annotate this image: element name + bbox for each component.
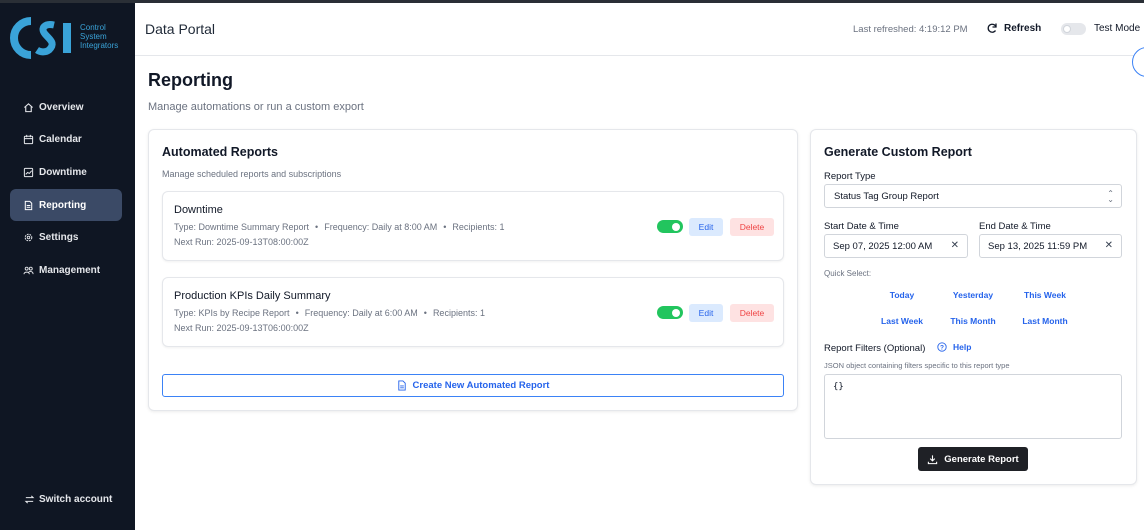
sidebar-item-label: Overview (39, 101, 84, 113)
app-title: Data Portal (145, 21, 216, 37)
edit-report-button[interactable]: Edit (689, 304, 723, 322)
csi-logo-mark (10, 17, 71, 59)
page-subtitle: Manage automations or run a custom expor… (148, 101, 364, 113)
sidebar-item-calendar[interactable]: Calendar (10, 124, 122, 156)
calendar-icon (23, 135, 34, 145)
end-date-label: End Date & Time (979, 221, 1051, 232)
document-icon (24, 200, 33, 210)
quick-select-today[interactable]: Today (890, 290, 914, 300)
report-name: Downtime (174, 204, 223, 216)
custom-report-card: Generate Custom Report Report Type Statu… (810, 129, 1137, 485)
report-enabled-toggle[interactable] (657, 220, 683, 233)
download-icon (928, 454, 938, 464)
report-filters-label: Report Filters (Optional) (824, 343, 926, 354)
select-chevron-icon: ⌃ ⌄ (1107, 189, 1114, 204)
help-icon: ? (937, 342, 947, 352)
start-date-value: Sep 07, 2025 12:00 AM (833, 240, 933, 252)
sidebar-item-reporting[interactable]: Reporting (10, 189, 122, 222)
top-header: Data Portal Last refreshed: 4:19:12 PM R… (135, 3, 1144, 56)
logo-text: Control System Integrators (80, 23, 119, 50)
test-mode-toggle[interactable] (1061, 23, 1086, 35)
toggle-knob (672, 222, 680, 231)
help-link[interactable]: ? Help (937, 342, 971, 352)
automated-reports-card: Automated Reports Manage scheduled repor… (148, 129, 798, 411)
filters-description: JSON object containing filters specific … (824, 361, 1010, 370)
report-next-run: Next Run: 2025-09-13T08:00:00Z (174, 237, 309, 247)
quick-select-this-week[interactable]: This Week (1024, 290, 1066, 300)
end-date-value: Sep 13, 2025 11:59 PM (988, 240, 1088, 252)
help-label: Help (953, 342, 972, 352)
refresh-label: Refresh (1004, 22, 1042, 34)
report-item: Production KPIs Daily Summary Type: KPIs… (162, 277, 784, 347)
create-report-label: Create New Automated Report (412, 380, 550, 391)
report-name: Production KPIs Daily Summary (174, 290, 331, 302)
delete-report-button[interactable]: Delete (730, 304, 774, 322)
quick-select-label: Quick Select: (824, 269, 872, 278)
report-type-select[interactable]: Status Tag Group Report ⌃ ⌄ (824, 184, 1122, 208)
report-meta: Type: Downtime Summary Report • Frequency:… (174, 222, 505, 232)
sidebar-nav: Overview Calendar Downtime Reporting Set… (10, 91, 122, 287)
users-icon (23, 266, 34, 275)
generate-report-label: Generate Report (944, 453, 1019, 465)
custom-report-title: Generate Custom Report (824, 145, 972, 159)
page-title: Reporting (148, 70, 233, 90)
sidebar-item-label: Reporting (39, 199, 87, 211)
report-type-label: Report Type (824, 171, 876, 182)
clear-start-date-icon[interactable]: ✕ (951, 240, 959, 251)
document-icon (397, 380, 406, 391)
report-meta: Type: KPIs by Recipe Report • Frequency: D… (174, 308, 485, 318)
sidebar: Control System Integrators Overview Cale… (0, 3, 135, 530)
sidebar-item-overview[interactable]: Overview (10, 91, 122, 123)
automated-reports-subtitle: Manage scheduled reports and subscriptio… (162, 169, 342, 179)
report-type-value: Status Tag Group Report (834, 190, 939, 202)
delete-report-button[interactable]: Delete (730, 218, 774, 236)
report-frequency: Frequency: Daily at 8:00 AM (324, 222, 438, 232)
report-type: Type: KPIs by Recipe Report (174, 308, 290, 318)
automated-reports-title: Automated Reports (162, 145, 278, 159)
report-type: Type: Downtime Summary Report (174, 222, 310, 232)
start-date-input[interactable]: Sep 07, 2025 12:00 AM ✕ (824, 234, 968, 258)
toggle-knob (672, 308, 680, 317)
test-mode-label: Test Mode (1094, 23, 1141, 34)
home-icon (24, 102, 33, 112)
svg-text:?: ? (940, 344, 944, 351)
quick-select-last-week[interactable]: Last Week (881, 316, 923, 326)
create-automated-report-button[interactable]: Create New Automated Report (162, 374, 784, 397)
end-date-input[interactable]: Sep 13, 2025 11:59 PM ✕ (979, 234, 1122, 258)
sidebar-item-label: Settings (39, 232, 79, 244)
chart-icon (23, 167, 34, 178)
report-filters-textarea[interactable]: {} (824, 374, 1122, 439)
switch-account-button[interactable]: Switch account (24, 494, 112, 505)
sidebar-item-downtime[interactable]: Downtime (10, 156, 122, 188)
report-item: Downtime Type: Downtime Summary Report • F… (162, 191, 784, 261)
start-date-label: Start Date & Time (824, 221, 899, 232)
edit-report-button[interactable]: Edit (689, 218, 723, 236)
switch-account-label: Switch account (39, 494, 113, 505)
report-next-run: Next Run: 2025-09-13T06:00:00Z (174, 323, 309, 333)
quick-select-this-month[interactable]: This Month (950, 316, 995, 326)
generate-report-button[interactable]: Generate Report (918, 447, 1028, 471)
quick-select-last-month[interactable]: Last Month (1022, 316, 1067, 326)
report-recipients: Recipients: 1 (452, 222, 505, 232)
toggle-knob (1063, 25, 1071, 33)
sidebar-item-label: Downtime (39, 166, 87, 178)
sidebar-item-settings[interactable]: Settings (10, 222, 122, 254)
sidebar-item-label: Management (39, 264, 101, 276)
report-frequency: Frequency: Daily at 6:00 AM (304, 308, 418, 318)
refresh-button[interactable]: Refresh (986, 22, 1041, 34)
clear-end-date-icon[interactable]: ✕ (1105, 240, 1113, 251)
company-logo[interactable]: Control System Integrators (9, 15, 129, 63)
gear-icon (24, 233, 33, 242)
switch-arrows-icon (24, 495, 35, 504)
refresh-icon (987, 23, 997, 33)
sidebar-item-management[interactable]: Management (10, 254, 122, 286)
report-recipients: Recipients: 1 (432, 308, 485, 318)
last-refreshed-text: Last refreshed: 4:19:12 PM (853, 24, 968, 35)
quick-select-yesterday[interactable]: Yesterday (953, 290, 993, 300)
sidebar-item-label: Calendar (39, 134, 82, 146)
report-enabled-toggle[interactable] (657, 306, 683, 319)
